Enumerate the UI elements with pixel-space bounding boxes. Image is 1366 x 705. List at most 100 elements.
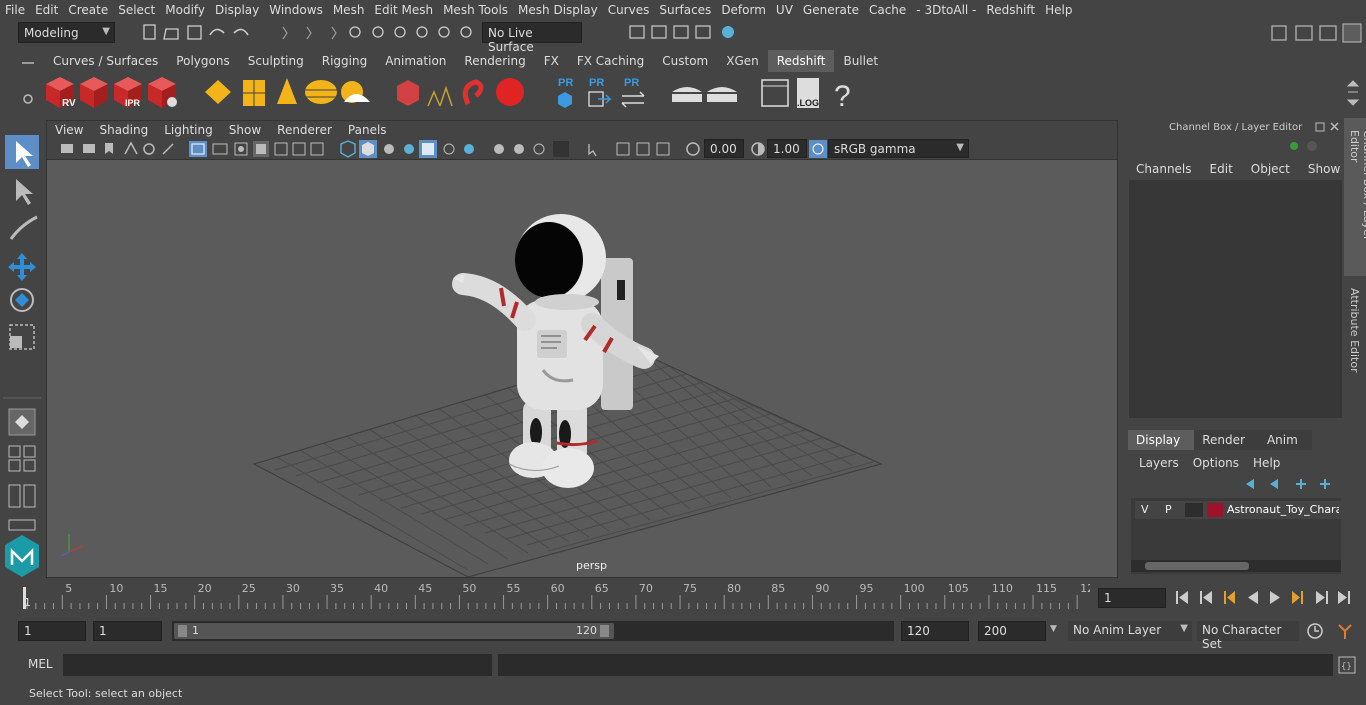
anim-layer-dropdown[interactable]: No Anim Layer ▼ xyxy=(1068,621,1192,641)
menu-select[interactable]: Select xyxy=(113,3,160,17)
viewport-menu-lighting[interactable]: Lighting xyxy=(156,121,221,138)
menu-windows[interactable]: Windows xyxy=(264,3,328,17)
anim-pref-icons[interactable] xyxy=(1305,621,1357,641)
menu-curves[interactable]: Curves xyxy=(603,3,655,17)
proxy-icons xyxy=(397,78,524,107)
command-language-label[interactable]: MEL xyxy=(28,657,53,671)
live-surface-field[interactable]: No Live Surface xyxy=(482,22,582,54)
menu-create[interactable]: Create xyxy=(63,3,113,17)
menu-deform[interactable]: Deform xyxy=(716,3,771,17)
side-tab-channel-box[interactable]: Channel Box / Layer Editor xyxy=(1344,118,1366,276)
viewport-menu-panels[interactable]: Panels xyxy=(340,121,395,138)
channel-menu-show[interactable]: Show xyxy=(1308,162,1340,176)
range-slider-track[interactable]: 1 120 xyxy=(172,621,894,641)
channel-menu-channels[interactable]: Channels xyxy=(1136,162,1192,176)
shelf-icons[interactable]: RV IPR PR PR PR .LOG ? xyxy=(40,72,1345,116)
panel-float-close-icons[interactable] xyxy=(1314,121,1342,133)
menu-help[interactable]: Help xyxy=(1040,3,1077,17)
channel-list[interactable] xyxy=(1129,180,1342,418)
menu-surfaces[interactable]: Surfaces xyxy=(654,3,716,17)
exposure-field[interactable]: 0.00 xyxy=(704,139,744,158)
scene-render[interactable]: persp xyxy=(47,160,1117,578)
viewport-menu-show[interactable]: Show xyxy=(221,121,269,138)
layer-scrollbar[interactable] xyxy=(1131,560,1341,572)
mode-selector[interactable]: Modeling ▼ xyxy=(18,22,115,43)
tab-fx[interactable]: FX xyxy=(535,50,568,72)
workspace-icons[interactable] xyxy=(1268,23,1364,43)
tab-animation[interactable]: Animation xyxy=(376,50,455,72)
menu-file[interactable]: File xyxy=(0,3,30,17)
channel-toggle-icons[interactable] xyxy=(1284,138,1324,154)
tab-rendering[interactable]: Rendering xyxy=(455,50,534,72)
menu-edit[interactable]: Edit xyxy=(30,3,63,17)
menu-mesh[interactable]: Mesh xyxy=(328,3,370,17)
range-slider-bar[interactable]: 1 120 xyxy=(174,623,614,639)
layer-reference-toggle[interactable] xyxy=(1185,503,1203,517)
menu-mesh-tools[interactable]: Mesh Tools xyxy=(438,3,513,17)
playback-end-field[interactable]: 120 xyxy=(901,621,969,641)
menu-mesh-display[interactable]: Mesh Display xyxy=(513,3,603,17)
viewport-menu-shading[interactable]: Shading xyxy=(91,121,156,138)
layer-action-icons[interactable] xyxy=(1244,476,1334,492)
current-frame-field[interactable]: 1 xyxy=(1098,588,1166,608)
menu-edit-mesh[interactable]: Edit Mesh xyxy=(369,3,438,17)
menu-generate[interactable]: Generate xyxy=(798,3,864,17)
menu-redshift[interactable]: Redshift xyxy=(981,3,1040,17)
end-time-field[interactable]: 200 xyxy=(978,621,1046,641)
character-set-dropdown[interactable]: No Character Set xyxy=(1197,621,1299,651)
menu--3dtoall-[interactable]: - 3DtoAll - xyxy=(911,3,981,17)
tab-bullet[interactable]: Bullet xyxy=(834,50,887,72)
viewport-menu-renderer[interactable]: Renderer xyxy=(269,121,340,138)
menu-modify[interactable]: Modify xyxy=(160,3,210,17)
menu-display[interactable]: Display xyxy=(210,3,264,17)
playback-controls[interactable] xyxy=(1172,588,1362,608)
tab-sculpting[interactable]: Sculpting xyxy=(239,50,313,72)
menu-uv[interactable]: UV xyxy=(771,3,798,17)
start-time-field[interactable]: 1 xyxy=(18,621,86,641)
color-management-icon[interactable] xyxy=(809,140,827,158)
channel-menu-object[interactable]: Object xyxy=(1251,162,1290,176)
viewport-toolbar-icons[interactable] xyxy=(53,140,703,158)
viewport-canvas[interactable]: persp xyxy=(47,160,1117,578)
tab-rigging[interactable]: Rigging xyxy=(313,50,376,72)
playback-start-field[interactable]: 1 xyxy=(93,621,162,641)
layer-playback-toggle[interactable]: P xyxy=(1165,503,1172,516)
tab-redshift[interactable]: Redshift xyxy=(767,50,835,72)
command-input[interactable] xyxy=(63,654,492,676)
layer-menu-layers[interactable]: Layers xyxy=(1139,456,1179,470)
file-edit-icons[interactable] xyxy=(140,23,480,43)
script-editor-icon[interactable]: {} xyxy=(1338,656,1356,674)
range-handle-left[interactable] xyxy=(178,625,187,637)
tab-curves-surfaces[interactable]: Curves / Surfaces xyxy=(44,50,167,72)
shelf-options-icon[interactable] xyxy=(18,55,38,110)
chevron-down-icon[interactable]: ▼ xyxy=(1050,624,1057,634)
side-tab-attribute-editor[interactable]: Attribute Editor xyxy=(1344,280,1366,378)
layer-menu-help[interactable]: Help xyxy=(1253,456,1280,470)
layer-name[interactable]: Astronaut_Toy_Charac xyxy=(1227,503,1339,516)
channel-menu-edit[interactable]: Edit xyxy=(1210,162,1233,176)
viewport-menu-view[interactable]: View xyxy=(47,121,91,138)
layer-menu-options[interactable]: Options xyxy=(1193,456,1239,470)
layer-visibility-toggle[interactable]: V xyxy=(1141,503,1149,516)
render-icons[interactable] xyxy=(600,23,750,43)
layer-color-swatch[interactable] xyxy=(1207,503,1223,517)
layer-tab-display[interactable]: Display xyxy=(1128,430,1195,450)
toolbox[interactable] xyxy=(3,133,41,578)
time-ruler-start-label: 1 xyxy=(24,596,31,609)
colorspace-dropdown[interactable]: sRGB gamma ▼ xyxy=(828,139,969,158)
tab-custom[interactable]: Custom xyxy=(653,50,717,72)
tab-xgen[interactable]: XGen xyxy=(717,50,768,72)
shelf-scroll-icon[interactable] xyxy=(1346,78,1360,108)
tab-fx-caching[interactable]: FX Caching xyxy=(568,50,653,72)
time-tick-label: 110 xyxy=(992,583,1013,595)
range-handle-right[interactable] xyxy=(600,625,609,637)
layer-tab-anim[interactable]: Anim xyxy=(1258,430,1312,450)
gamma-field[interactable]: 1.00 xyxy=(767,139,807,158)
layer-row[interactable]: V P Astronaut_Toy_Charac xyxy=(1135,501,1341,519)
layer-tab-render[interactable]: Render xyxy=(1194,430,1259,450)
tab-polygons[interactable]: Polygons xyxy=(167,50,238,72)
time-ruler[interactable]: 15 10 15 20 25 30 35 40 45 50 55 60 65 70 75 80 85 90 95 10… xyxy=(18,582,1094,611)
time-slider[interactable]: 1 5 10 15 20 25 30 35 40 45 50 55 60 65 70 75 80 85 90 95 10… xyxy=(18,582,1094,611)
scrollbar-thumb[interactable] xyxy=(1145,562,1249,570)
menu-cache[interactable]: Cache xyxy=(864,3,911,17)
